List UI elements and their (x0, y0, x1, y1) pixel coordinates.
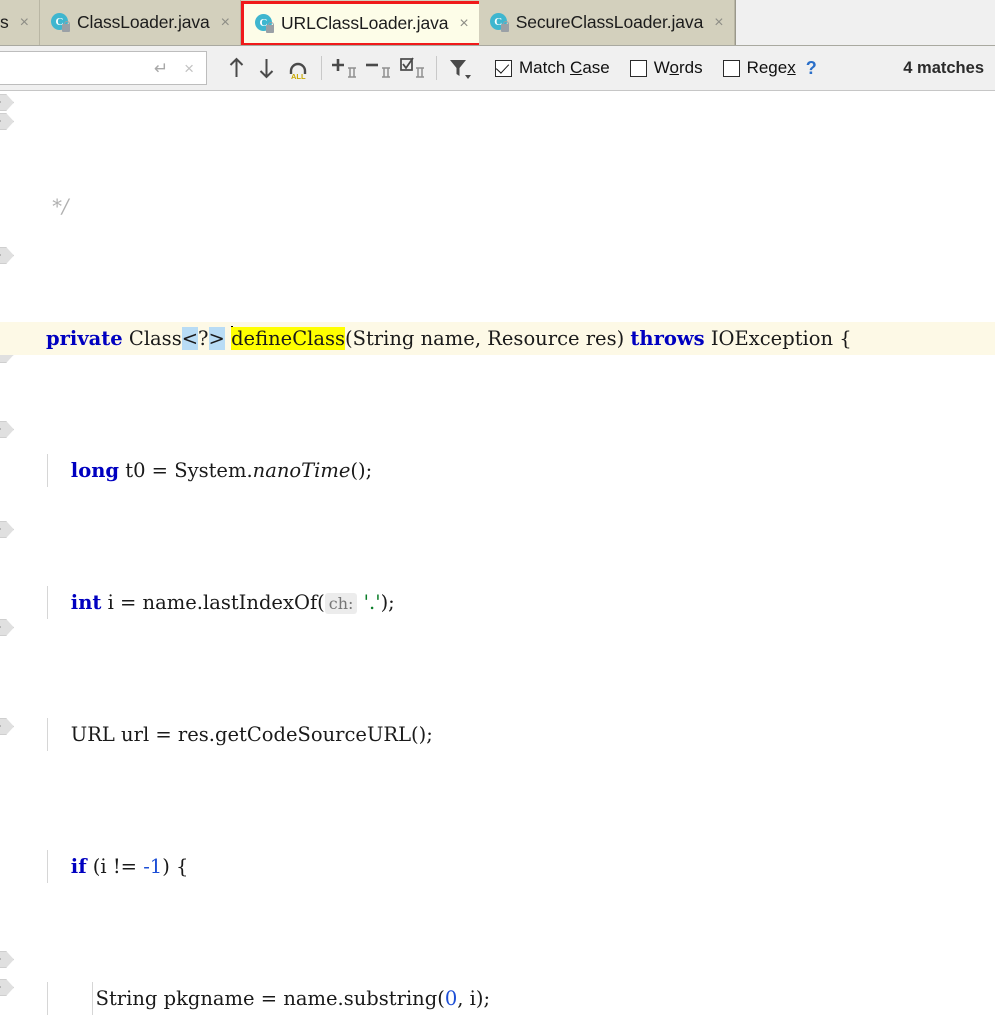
editor-tab-truncated[interactable]: s × (0, 0, 40, 45)
editor-tab-secureclassloader[interactable]: C SecureClassLoader.java × (478, 0, 735, 45)
code-line[interactable]: */ (0, 190, 995, 223)
find-toolbar: ↵ × ALL Match Case Words Regex ? 4 match… (0, 46, 995, 91)
code-editor[interactable]: */ private Class<?> defineClass(String n… (0, 91, 995, 1028)
close-icon[interactable]: × (20, 14, 29, 31)
editor-window: s × C ClassLoader.java × C URLClassLoade… (0, 0, 995, 1028)
class-file-icon: C (489, 13, 509, 32)
find-next-button[interactable] (251, 51, 281, 85)
editor-tab-bar: s × C ClassLoader.java × C URLClassLoade… (0, 0, 995, 46)
close-icon[interactable]: × (459, 15, 468, 32)
code-line[interactable]: int i = name.lastIndexOf(ch: '.'); (0, 586, 995, 619)
code-line[interactable]: String pkgname = name.substring(0, i); (0, 982, 995, 1015)
help-icon[interactable]: ? (806, 58, 817, 79)
checkbox-box (495, 59, 512, 77)
code-content[interactable]: */ private Class<?> defineClass(String n… (0, 91, 995, 1028)
svg-text:ALL: ALL (291, 72, 306, 81)
clear-search-icon[interactable]: × (184, 60, 194, 77)
tab-bar-empty-area (734, 0, 995, 45)
class-file-icon: C (51, 13, 70, 32)
code-line[interactable]: long t0 = System.nanoTime(); (0, 454, 995, 487)
select-all-button[interactable] (396, 51, 430, 85)
editor-tab-label: ClassLoader.java (77, 12, 210, 32)
remove-selection-button[interactable] (362, 51, 396, 85)
regex-label: Regex (746, 58, 796, 77)
code-line-current[interactable]: private Class<?> defineClass(String name… (0, 322, 995, 355)
checkbox-box (629, 59, 647, 77)
code-line[interactable]: URL url = res.getCodeSourceURL(); (0, 718, 995, 751)
class-file-icon: C (255, 14, 274, 33)
editor-tab-classloader[interactable]: C ClassLoader.java × (40, 0, 241, 45)
match-case-label: Match Case (519, 58, 610, 77)
editor-tab-label: s (0, 12, 9, 32)
filter-button[interactable] (443, 51, 477, 85)
editor-tab-urlclassloader-selected[interactable]: C URLClassLoader.java × (241, 1, 479, 45)
words-label: Words (653, 58, 703, 77)
toolbar-divider (321, 56, 322, 80)
editor-tab-label: SecureClassLoader.java (515, 12, 704, 32)
match-case-checkbox[interactable]: Match Case (495, 58, 610, 78)
toolbar-divider (436, 56, 437, 80)
close-icon[interactable]: × (221, 14, 230, 31)
select-all-occurrences-icon[interactable]: ALL (281, 51, 315, 85)
enter-icon[interactable]: ↵ (154, 60, 168, 77)
search-input[interactable]: ↵ × (0, 51, 207, 85)
code-line[interactable]: if (i != -1) { (0, 850, 995, 883)
find-previous-button[interactable] (221, 51, 251, 85)
words-checkbox[interactable]: Words (629, 58, 703, 78)
add-selection-button[interactable] (328, 51, 362, 85)
regex-checkbox[interactable]: Regex (722, 58, 796, 78)
match-count-label: 4 matches (903, 58, 984, 77)
close-icon[interactable]: × (714, 14, 723, 31)
editor-tab-label: URLClassLoader.java (281, 13, 449, 33)
checkbox-box (722, 59, 740, 77)
